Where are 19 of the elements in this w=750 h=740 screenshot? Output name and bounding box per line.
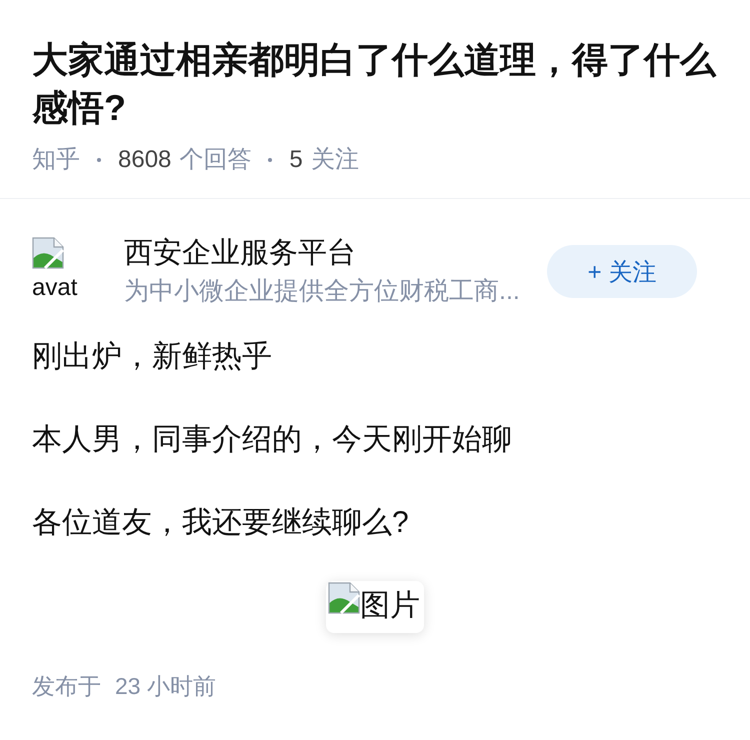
follow-button[interactable]: + 关注 — [547, 245, 697, 298]
image-alt-text: 图片 — [360, 588, 420, 624]
publish-time: 23 小时前 — [115, 672, 216, 701]
count-text: 关注 — [310, 145, 359, 175]
author-name[interactable]: 西安企业服务平台 — [124, 235, 535, 271]
source-label[interactable]: 知乎 — [32, 144, 80, 176]
answer-paragraph: 刚出炉，新鲜热乎 — [32, 339, 273, 375]
count-number: 8608 — [118, 145, 172, 175]
author-headline: 为中小微企业提供全方位财税工商... — [124, 276, 521, 307]
separator-dot-icon — [97, 158, 101, 162]
count-text: 个回答 — [179, 145, 252, 175]
answer-paragraph: 本人男，同事介绍的，今天刚开始聊 — [32, 422, 513, 458]
publish-label: 发布于 — [32, 672, 101, 701]
answer-paragraph: 各位道友，我还要继续聊么? — [32, 505, 410, 541]
separator-dot-icon — [268, 158, 272, 162]
avatar-alt-text: avat — [32, 273, 78, 303]
question-title: 大家通过相亲都明白了什么道理，得了什么感悟? — [32, 38, 718, 130]
count-number: 5 — [289, 145, 303, 175]
broken-image-icon — [32, 237, 64, 269]
